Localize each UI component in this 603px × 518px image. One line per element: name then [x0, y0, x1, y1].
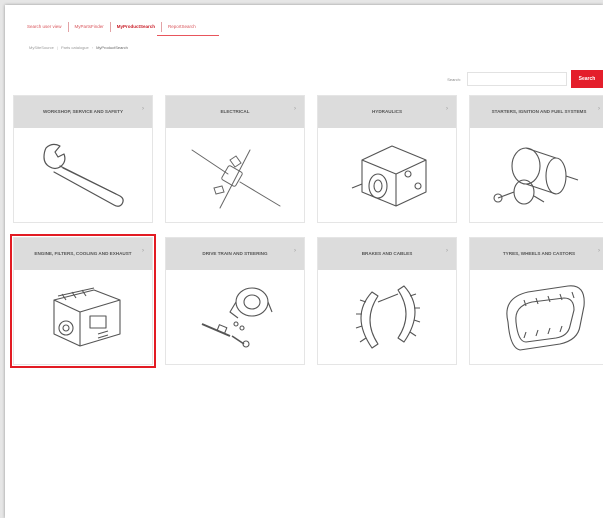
category-card-hydraulics[interactable]: HYDRAULICS ›	[317, 95, 457, 223]
drivetrain-icon	[166, 270, 304, 364]
category-card-engine[interactable]: ENGINE, FILTERS, COOLING AND EXHAUST ›	[10, 234, 156, 368]
chevron-right-icon: ›	[598, 106, 600, 112]
top-nav: Search user view MyPartsFinder MyProduct…	[27, 19, 202, 35]
nav-item-search-user-view[interactable]: Search user view	[27, 22, 69, 32]
card-header: HYDRAULICS ›	[318, 96, 456, 128]
engine-icon	[14, 270, 152, 364]
card-header: DRIVE TRAIN AND STEERING ›	[166, 238, 304, 270]
chevron-right-icon: ›	[446, 248, 448, 254]
chevron-right-icon: ›	[142, 106, 144, 112]
chevron-right-icon: ›	[294, 106, 296, 112]
electrical-connector-icon	[166, 128, 304, 222]
chevron-right-icon: ›	[598, 248, 600, 254]
category-card-electrical[interactable]: ELECTRICAL ›	[165, 95, 305, 223]
category-card-drivetrain[interactable]: DRIVE TRAIN AND STEERING ›	[165, 237, 305, 365]
breadcrumb-item[interactable]: MySiteSource	[29, 45, 57, 50]
card-title: TYRES, WHEELS AND CASTORS	[502, 251, 576, 256]
nav-item-reportsearch[interactable]: ReportSearch	[162, 22, 202, 32]
chevron-right-icon: ›	[446, 106, 448, 112]
nav-item-mypartsfinder[interactable]: MyPartsFinder	[69, 22, 111, 32]
app-frame: Search user view MyPartsFinder MyProduct…	[5, 5, 603, 518]
card-title: ENGINE, FILTERS, COOLING AND EXHAUST	[34, 251, 132, 256]
nav-item-myproductsearch[interactable]: MyProductSearch	[111, 22, 163, 32]
search-button[interactable]: Search	[571, 70, 603, 88]
card-title: ELECTRICAL	[220, 109, 250, 114]
chevron-right-icon: ›	[294, 248, 296, 254]
card-title: WORKSHOP, SERVICE AND SAFETY	[42, 109, 124, 114]
card-title: HYDRAULICS	[371, 109, 403, 114]
active-tab-underline	[157, 35, 219, 36]
category-card-brakes[interactable]: BRAKES AND CABLES ›	[317, 237, 457, 365]
card-header: BRAKES AND CABLES ›	[318, 238, 456, 270]
starter-motor-icon	[470, 128, 603, 222]
wrench-icon	[14, 128, 152, 222]
category-card-tyres[interactable]: TYRES, WHEELS AND CASTORS ›	[469, 237, 603, 365]
card-title: DRIVE TRAIN AND STEERING	[202, 251, 268, 256]
card-header: STARTERS, IGNITION AND FUEL SYSTEMS ›	[470, 96, 603, 128]
category-card-starters[interactable]: STARTERS, IGNITION AND FUEL SYSTEMS ›	[469, 95, 603, 223]
card-header: ENGINE, FILTERS, COOLING AND EXHAUST ›	[14, 238, 152, 270]
card-header: TYRES, WHEELS AND CASTORS ›	[470, 238, 603, 270]
card-header: WORKSHOP, SERVICE AND SAFETY ›	[14, 96, 152, 128]
search-label: Search:	[447, 76, 461, 82]
card-header: ELECTRICAL ›	[166, 96, 304, 128]
breadcrumb-current: MyProductSearch	[96, 45, 128, 50]
breadcrumb-item[interactable]: Parts catalogue	[58, 45, 92, 50]
hydraulic-pump-icon	[318, 128, 456, 222]
card-title: BRAKES AND CABLES	[361, 251, 413, 256]
breadcrumb: MySiteSource | Parts catalogue › MyProdu…	[29, 45, 131, 50]
search-bar: Search: Search	[447, 70, 603, 88]
search-input[interactable]	[467, 72, 567, 86]
brake-shoe-icon	[318, 270, 456, 364]
chevron-right-icon: ›	[142, 248, 144, 254]
category-card-workshop[interactable]: WORKSHOP, SERVICE AND SAFETY ›	[13, 95, 153, 223]
category-grid: WORKSHOP, SERVICE AND SAFETY › ELECTRICA…	[10, 95, 603, 375]
card-title: STARTERS, IGNITION AND FUEL SYSTEMS	[491, 109, 587, 114]
track-wheel-icon	[470, 270, 603, 364]
